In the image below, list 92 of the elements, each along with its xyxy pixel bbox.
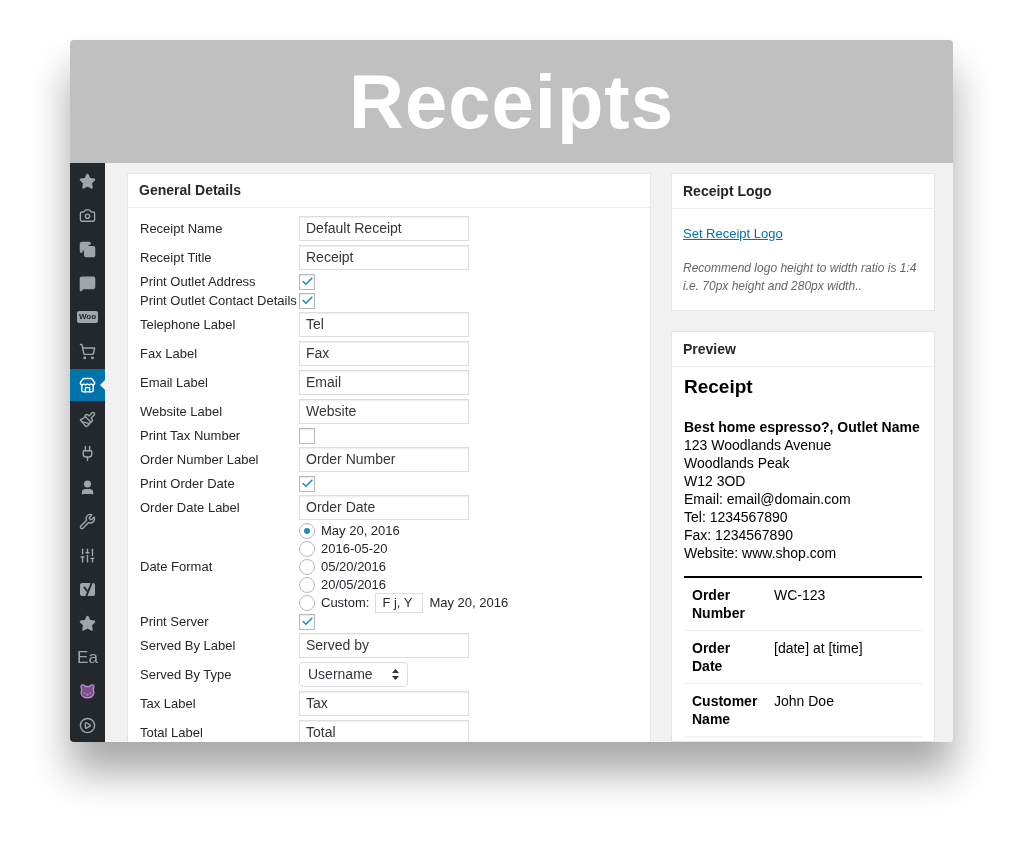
address-line: Website: www.shop.com <box>684 543 838 562</box>
field-label: Receipt Title <box>140 248 213 267</box>
radio-button[interactable] <box>299 577 315 593</box>
radio-label: 05/20/2016 <box>321 558 387 577</box>
cart-icon <box>79 342 96 360</box>
woo-badge: Woo <box>76 311 99 323</box>
table-label: Number <box>692 603 746 622</box>
text-field[interactable]: Order Number <box>299 447 469 472</box>
text-field[interactable]: Total <box>299 720 469 742</box>
address-line: Fax: 1234567890 <box>684 525 794 544</box>
radio-label: 2016-05-20 <box>321 540 388 559</box>
radio-button[interactable] <box>299 559 315 575</box>
field-label: Telephone Label <box>140 315 237 334</box>
sidebar-menu-item[interactable] <box>70 369 105 401</box>
checkbox[interactable] <box>299 273 315 290</box>
table-label: Order <box>692 585 732 604</box>
shop-name: Best home espresso?, Outlet Name <box>684 417 921 436</box>
radio-label: 20/05/2016 <box>321 576 387 595</box>
text-field[interactable]: Order Date <box>299 495 469 520</box>
table-label: Name <box>692 709 732 728</box>
receipt-title: Receipt <box>684 375 754 399</box>
card-title: Receipt Logo <box>683 181 772 201</box>
radio-label: Custom: <box>321 594 370 613</box>
field-label: Order Date Label <box>140 498 241 517</box>
card-title: Preview <box>683 339 736 359</box>
field-label: Served By Type <box>140 665 233 684</box>
checkbox[interactable] <box>299 292 315 309</box>
hint-text: i.e. 70px height and 280px width.. <box>683 278 863 295</box>
camera-icon <box>79 206 96 224</box>
address-line: Woodlands Peak <box>684 453 791 472</box>
custom-format-field[interactable]: F j, Y <box>375 593 424 613</box>
field-label: Total Label <box>140 723 204 742</box>
user-icon <box>79 478 96 496</box>
field-label: Print Outlet Address <box>140 272 257 291</box>
hint-text: Recommend logo height to width ratio is 1:4 <box>683 260 918 277</box>
checkbox[interactable] <box>299 427 315 444</box>
field-label: Receipt Name <box>140 219 224 238</box>
menu-glyph: Ea <box>77 648 98 666</box>
field-label: Print Outlet Contact Details <box>140 291 298 310</box>
field-label: Served By Label <box>140 636 237 655</box>
speech-bubble-icon <box>79 274 96 292</box>
store-icon <box>79 376 96 394</box>
text-field[interactable]: Tel <box>299 312 469 337</box>
sidebar-menu-item[interactable]: Ea <box>70 641 105 673</box>
pages-icon <box>79 240 96 258</box>
radio-button[interactable] <box>299 541 315 557</box>
format-example: May 20, 2016 <box>429 594 509 613</box>
field-label: Fax Label <box>140 344 199 363</box>
card-title: General Details <box>139 181 241 200</box>
sort-arrows-icon <box>392 669 399 680</box>
field-label: Email Label <box>140 373 209 392</box>
star-icon <box>79 172 96 190</box>
cat-icon <box>79 682 96 700</box>
text-field[interactable]: Email <box>299 370 469 395</box>
field-label: Order Number Label <box>140 450 260 469</box>
brush-icon <box>79 410 96 428</box>
field-label: Website Label <box>140 402 224 421</box>
field-label: Date Format <box>140 558 214 577</box>
text-field[interactable]: Served by <box>299 633 469 658</box>
radio-button[interactable] <box>299 595 315 611</box>
banner-title: Receipts <box>349 57 674 146</box>
set-logo-link[interactable]: Set Receipt Logo <box>683 226 783 241</box>
checkbox[interactable] <box>299 613 315 630</box>
play-icon <box>79 716 96 734</box>
text-field[interactable]: Fax <box>299 341 469 366</box>
field-label: Print Server <box>140 612 210 631</box>
table-value: John Doe <box>774 691 834 711</box>
select-dropdown[interactable]: Username <box>299 662 408 687</box>
y-logo-icon <box>78 580 97 598</box>
field-label: Print Order Date <box>140 474 236 493</box>
address-line: Email: email@domain.com <box>684 489 852 508</box>
sidebar-menu-item[interactable]: Woo <box>70 301 105 333</box>
table-value: [date] at [time] <box>774 638 863 658</box>
address-line: W12 3OD <box>684 471 747 490</box>
text-field[interactable]: Website <box>299 399 469 424</box>
table-value: WC-123 <box>774 585 826 605</box>
text-field[interactable]: Default Receipt <box>299 216 469 241</box>
address-line: 123 Woodlands Avenue <box>684 435 833 454</box>
table-label: Customer <box>692 691 759 710</box>
address-line: Tel: 1234567890 <box>684 507 789 526</box>
text-field[interactable]: Receipt <box>299 245 469 270</box>
table-label: Date <box>692 656 724 675</box>
field-label: Print Tax Number <box>140 426 242 445</box>
radio-label: May 20, 2016 <box>321 522 400 541</box>
table-label: Order <box>692 638 732 657</box>
field-label: Tax Label <box>140 694 197 713</box>
star-icon <box>79 614 96 632</box>
radio-button[interactable] <box>299 523 315 539</box>
text-field[interactable]: Tax <box>299 691 469 716</box>
wrench-icon <box>79 512 96 530</box>
sliders-icon <box>79 546 96 564</box>
checkbox[interactable] <box>299 475 315 492</box>
